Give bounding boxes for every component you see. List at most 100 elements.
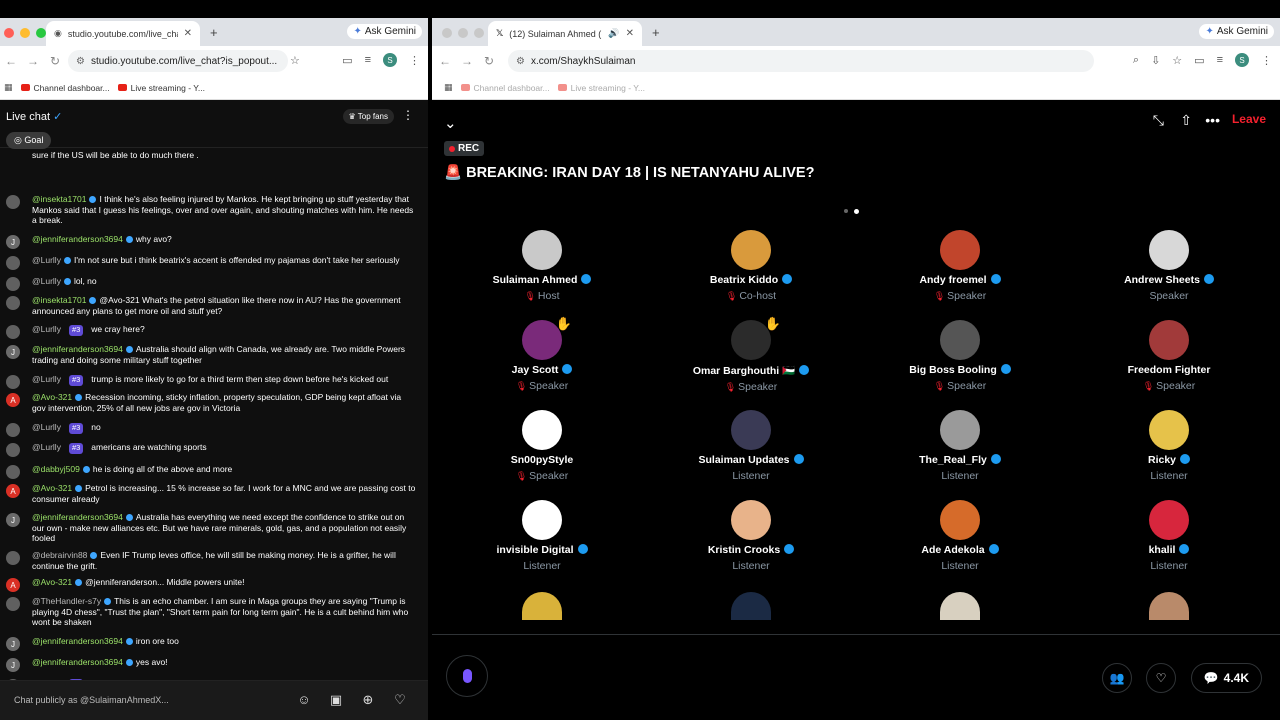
participant[interactable]: Andy froemel 🎙 Speaker [860,230,1060,302]
avatar[interactable] [1149,230,1189,270]
extensions-icon[interactable]: ≡ [365,54,371,66]
chat-input[interactable]: Chat publicly as @SulaimanAhmedX... [14,695,169,705]
author-name[interactable]: @TheHandler-s7y [32,596,101,606]
avatar[interactable] [6,277,20,291]
install-icon[interactable]: ⇩ [1151,54,1160,67]
avatar[interactable] [1149,500,1189,540]
new-tab-button[interactable]: + [210,25,218,40]
participant[interactable]: ✋ Jay Scott 🎙 Speaker [442,316,642,392]
avatar[interactable] [6,296,20,310]
cast-icon[interactable]: ▭ [1194,54,1204,67]
avatar[interactable]: J [6,637,20,651]
avatar[interactable] [940,410,980,450]
goal-button[interactable]: ◎ Goal [6,132,52,149]
participant[interactable]: Ade Adekola Listener [860,500,1060,572]
bookmark-live-streaming[interactable]: Live streaming - Y... [117,83,205,93]
author-name[interactable]: @jenniferanderson3694 [32,636,123,646]
author-name[interactable]: @insekta1701 [32,295,86,305]
avatar[interactable]: ✋ [731,316,781,360]
participant[interactable]: Big Boss Booling 🎙 Speaker [860,320,1060,392]
bookmark-star-icon[interactable]: ☆ [1172,54,1182,67]
bookmark-channel-dashboard[interactable]: Channel dashboar... [460,83,550,93]
participant[interactable]: Sulaiman Updates Listener [651,410,851,482]
avatar[interactable] [6,551,20,565]
participant[interactable]: Freedom Fighter 🎙 Speaker [1069,320,1269,392]
bookmark-channel-dashboard[interactable]: Channel dashboar... [20,83,110,93]
cast-icon[interactable]: ▭ [342,54,352,67]
live-chat-title[interactable]: Live chat ✓ [6,110,62,123]
avatar[interactable] [6,423,20,437]
author-name[interactable]: @Avo-321 [32,483,72,493]
author-name[interactable]: @Lurlly [32,422,61,432]
author-name[interactable]: @Lurlly [32,324,61,334]
author-name[interactable]: @Lurlly [32,255,61,265]
menu-icon[interactable]: ⋮ [1261,54,1272,67]
close-tab-icon[interactable]: ✕ [184,28,192,39]
reload-icon[interactable]: ↻ [478,54,500,68]
avatar[interactable] [6,256,20,270]
ask-gemini-button[interactable]: ✦ Ask Gemini [347,24,422,39]
avatar[interactable]: ✋ [522,316,572,360]
participant[interactable]: Kristin Crooks Listener [651,500,851,572]
avatar[interactable] [731,410,771,450]
author-name[interactable]: @debrairvin88 [32,550,87,560]
avatar[interactable] [6,597,20,611]
menu-icon[interactable]: ⋮ [409,54,420,67]
participant[interactable]: khalil Listener [1069,500,1269,572]
author-name[interactable]: @insekta1701 [32,194,86,204]
avatar[interactable] [731,592,771,620]
share-icon[interactable]: ⇧ [1180,112,1192,129]
avatar[interactable] [940,592,980,620]
avatar[interactable] [522,592,562,620]
avatar[interactable] [731,230,771,270]
author-name[interactable]: @Avo-321 [32,392,72,402]
address-bar[interactable]: ⚙ x.com/ShaykhSulaiman [508,50,1094,72]
avatar[interactable] [522,500,562,540]
collapse-chevron-icon[interactable]: ⌄ [444,114,457,132]
author-name[interactable]: @jenniferanderson3694 [32,344,123,354]
profile-avatar[interactable]: S [1235,53,1249,67]
browser-tab[interactable]: 𝕏 (12) Sulaiman Ahmed (@S 🔊 ✕ [488,21,642,46]
back-icon[interactable]: ← [434,54,456,68]
author-name[interactable]: @dabbyj509 [32,464,80,474]
author-name[interactable]: @jenniferanderson3694 [32,512,123,522]
add-icon[interactable]: ⊕ [360,692,376,708]
avatar[interactable]: A [6,393,20,407]
reactions-icon[interactable]: ♡ [1146,663,1176,693]
bookmark-live-streaming[interactable]: Live streaming - Y... [557,83,645,93]
avatar[interactable] [940,320,980,360]
participant[interactable]: ✋ Omar Barghouthi 🇵🇸 🎙 Speaker [651,316,851,393]
forward-icon[interactable]: → [456,54,478,68]
back-icon[interactable]: ← [0,54,22,68]
avatar[interactable]: A [6,484,20,498]
browser-tab[interactable]: ◉ studio.youtube.com/live_chat ✕ [46,21,200,46]
ask-gemini-button[interactable]: ✦ Ask Gemini [1199,24,1274,39]
avatar[interactable] [6,375,20,389]
avatar[interactable] [6,195,20,209]
author-name[interactable]: @Lurlly [32,374,61,384]
participant[interactable]: Sulaiman Ahmed 🎙 Host [442,230,642,302]
avatar[interactable] [6,465,20,479]
heart-icon[interactable]: ♡ [392,692,408,708]
bookmark-star-icon[interactable]: ☆ [290,54,300,67]
new-tab-button[interactable]: + [652,25,660,40]
maximize-window-button[interactable] [474,28,484,38]
more-icon[interactable]: ••• [1205,112,1220,128]
avatar[interactable]: J [6,235,20,249]
page-dot[interactable] [844,209,848,213]
avatar[interactable] [522,230,562,270]
forward-icon[interactable]: → [22,54,44,68]
reload-icon[interactable]: ↻ [44,54,66,68]
avatar[interactable]: J [6,345,20,359]
avatar[interactable] [6,325,20,339]
author-name[interactable]: @Avo-321 [32,577,72,587]
author-name[interactable]: @jenniferanderson3694 [32,234,123,244]
participant[interactable]: The_Real_Fly Listener [860,410,1060,482]
page-dot-active[interactable] [854,209,859,214]
author-name[interactable]: @Lurlly [32,276,61,286]
participant[interactable]: invisible Digital Listener [442,500,642,572]
avatar[interactable] [1149,592,1189,620]
avatar[interactable] [940,230,980,270]
minimize-window-button[interactable] [458,28,468,38]
speaker-icon[interactable]: 🔊 [608,28,619,39]
